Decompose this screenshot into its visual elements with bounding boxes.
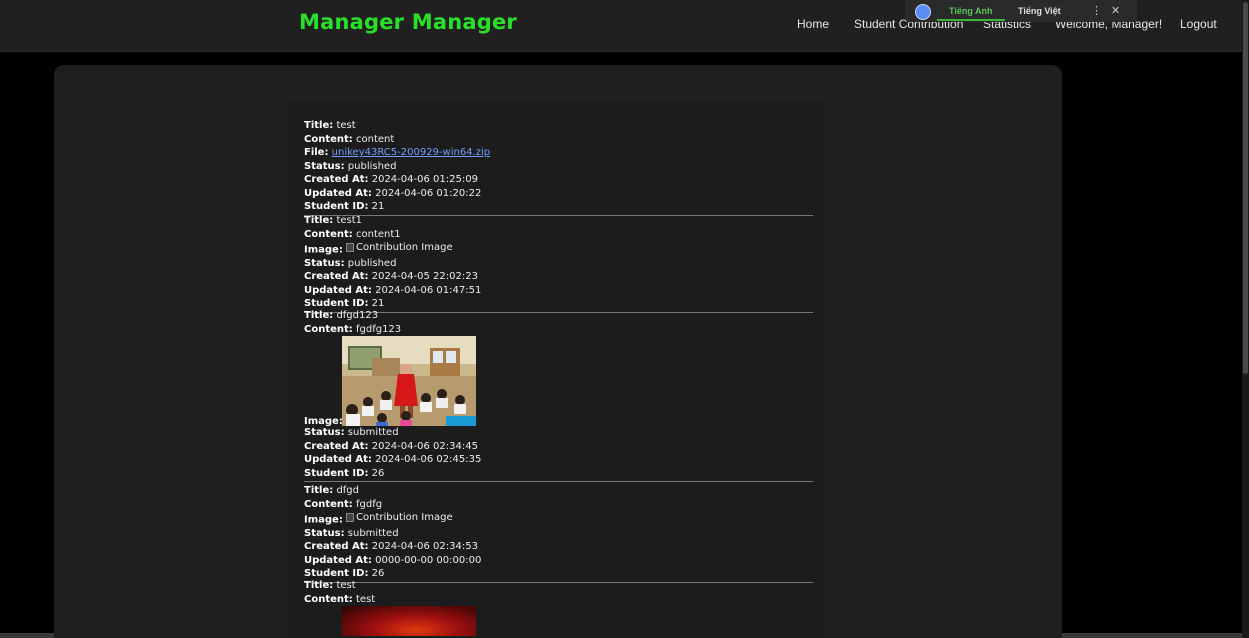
title-field: Title: test1 <box>304 215 363 226</box>
content-field: Content: content <box>304 133 395 145</box>
created-at-field: Created At: 2024-04-06 02:34:53 <box>304 541 478 553</box>
updated-at-field: Updated At: 2024-04-06 01:20:22 <box>304 187 482 199</box>
classroom-photo <box>342 336 476 426</box>
created-at-field: Created At: 2024-04-06 01:25:09 <box>304 174 478 185</box>
image-field: Image: Contribution Image <box>304 241 453 256</box>
file-field: File: unikey43RC5-200929-win64.zip <box>304 147 491 158</box>
contribution-item: Title: test1 Content: content1 Image: Co… <box>304 214 814 313</box>
title-field: Title: dfgd123 <box>304 310 379 321</box>
broken-image: Contribution Image <box>346 241 453 255</box>
content-field: Content: fgdfg <box>304 498 383 510</box>
content-field: Content: content1 <box>304 228 401 240</box>
nav-logout-link[interactable]: Logout <box>1180 17 1217 31</box>
updated-at-field: Updated At: 2024-04-06 02:45:35 <box>304 454 482 465</box>
broken-image-icon <box>346 513 355 523</box>
status-field: Status: published <box>304 160 397 172</box>
close-icon[interactable]: ✕ <box>1111 4 1120 17</box>
file-download-link[interactable]: unikey43RC5-200929-win64.zip <box>332 147 490 158</box>
scrollbar-thumb[interactable] <box>1243 2 1248 374</box>
status-field: Status: submitted <box>304 527 399 539</box>
brand-title[interactable]: Manager Manager <box>299 10 517 34</box>
title-field: Title: dfgd <box>304 485 360 496</box>
content-field: Content: fgdfg123 <box>304 323 402 335</box>
status-field: Status: published <box>304 257 397 269</box>
student-id-field: Student ID: 21 <box>304 201 385 212</box>
created-at-field: Created At: 2024-04-05 22:02:23 <box>304 271 478 283</box>
translate-toolbar: Tiếng Anh Tiếng Việt ⋮ ✕ <box>905 0 1137 22</box>
tab-vietnamese[interactable]: Tiếng Việt <box>1018 6 1061 16</box>
vertical-scrollbar[interactable] <box>1242 0 1249 638</box>
active-tab-indicator <box>937 19 1005 21</box>
broken-image-icon <box>346 243 355 253</box>
title-field: Title: test <box>304 580 356 591</box>
updated-at-field: Updated At: 2024-04-06 01:47:51 <box>304 284 482 296</box>
image-field: Image: Contribution Image <box>304 511 453 526</box>
contribution-photo <box>342 606 476 636</box>
more-options-icon[interactable]: ⋮ <box>1091 4 1102 17</box>
broken-image: Contribution Image <box>346 511 453 525</box>
nav-home-link[interactable]: Home <box>797 17 829 31</box>
contribution-item: Title: dfgd123 Content: fgdfg123 Image: <box>304 309 814 482</box>
contribution-item: Title: dfgd Content: fgdfg Image: Contri… <box>304 484 814 583</box>
status-field: Status: submitted <box>304 427 399 438</box>
content-field: Content: test <box>304 593 376 605</box>
student-id-field: Student ID: 26 <box>304 467 385 479</box>
title-field: Title: test <box>304 120 356 131</box>
tab-english[interactable]: Tiếng Anh <box>949 6 993 16</box>
contribution-item: Title: test Content: test <box>304 579 814 636</box>
divider <box>304 481 813 482</box>
image-field <box>304 606 814 636</box>
contribution-item: Title: test Content: content File: unike… <box>304 119 814 216</box>
created-at-field: Created At: 2024-04-06 02:34:45 <box>304 440 478 452</box>
image-field: Image: <box>304 336 814 427</box>
google-translate-icon <box>915 4 931 20</box>
updated-at-field: Updated At: 0000-00-00 00:00:00 <box>304 554 482 566</box>
